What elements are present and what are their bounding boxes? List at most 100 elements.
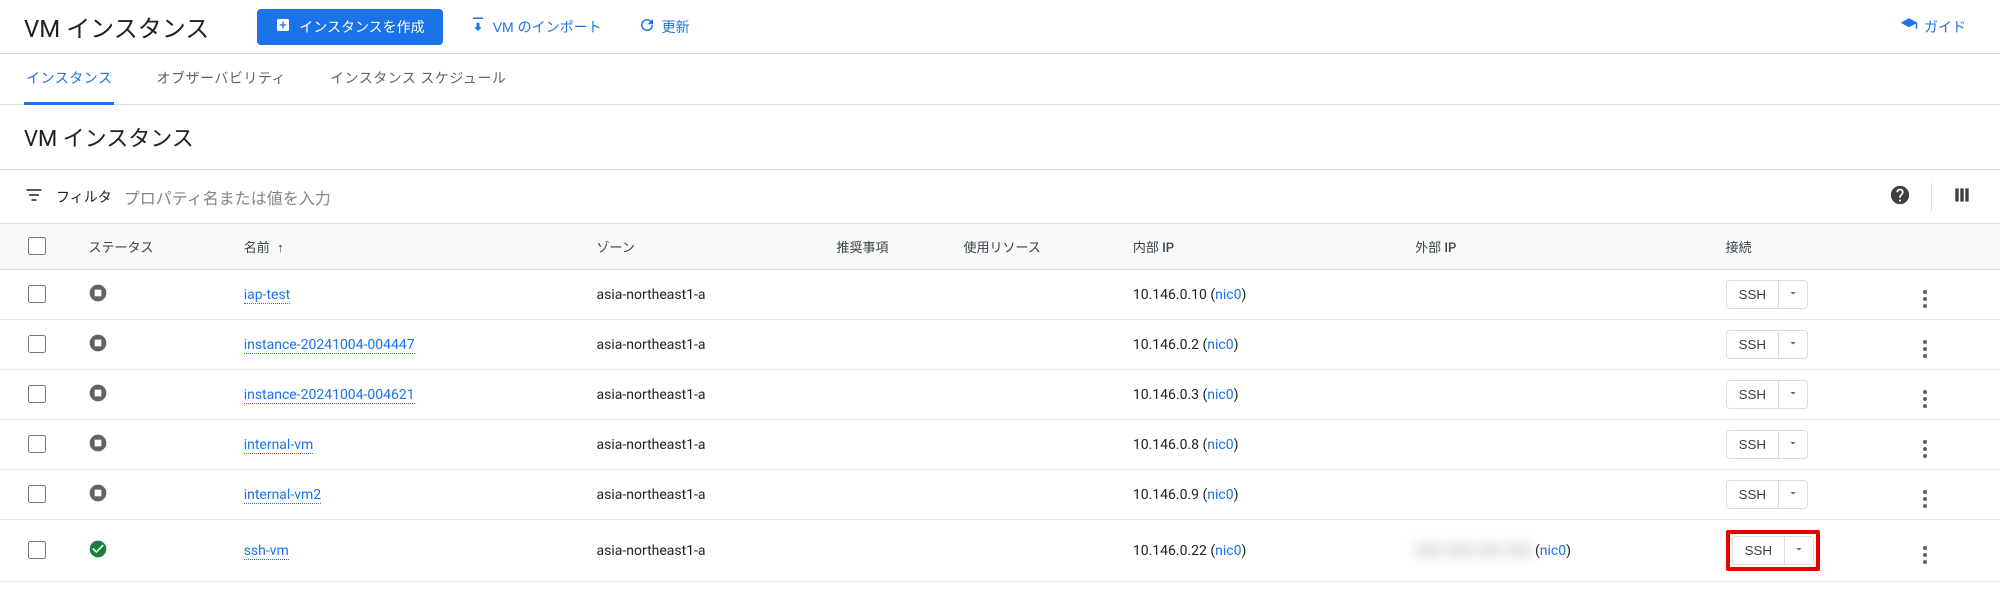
col-name-label: 名前	[244, 241, 270, 256]
tabs: インスタンス オブザーバビリティ インスタンス スケジュール	[0, 54, 2000, 105]
col-name[interactable]: 名前 ↑	[236, 224, 589, 270]
external-ip-cell	[1407, 370, 1718, 420]
external-ip-cell	[1407, 270, 1718, 320]
table-row: iap-testasia-northeast1-a10.146.0.10 (ni…	[0, 270, 2000, 320]
filter-input[interactable]: プロパティ名または値を入力	[124, 185, 1873, 209]
status-stopped-icon	[88, 283, 108, 303]
column-selector-button[interactable]	[1948, 181, 1976, 212]
ssh-button[interactable]: SSH	[1732, 536, 1784, 565]
ssh-dropdown-button[interactable]	[1778, 330, 1808, 359]
row-checkbox[interactable]	[28, 285, 46, 303]
caret-down-icon	[1787, 337, 1799, 352]
nic-link[interactable]: nic0	[1215, 287, 1241, 303]
row-checkbox[interactable]	[28, 541, 46, 559]
tab-observability[interactable]: オブザーバビリティ	[154, 54, 288, 104]
status-stopped-icon	[88, 433, 108, 453]
col-status[interactable]: ステータス	[80, 224, 235, 270]
sort-asc-icon: ↑	[277, 241, 284, 256]
instance-name-link[interactable]: ssh-vm	[244, 543, 289, 560]
col-reco[interactable]: 推奨事項	[828, 224, 955, 270]
guide-icon	[1900, 16, 1918, 37]
import-vm-label: VM のインポート	[493, 17, 602, 37]
refresh-icon	[638, 16, 656, 37]
guide-button[interactable]: ガイド	[1890, 8, 1976, 45]
row-checkbox[interactable]	[28, 335, 46, 353]
instance-name-link[interactable]: instance-20241004-004447	[244, 337, 415, 354]
tab-instances[interactable]: インスタンス	[24, 54, 114, 105]
ssh-dropdown-button[interactable]	[1778, 480, 1808, 509]
external-ip-cell	[1407, 470, 1718, 520]
divider	[1931, 183, 1932, 211]
caret-down-icon	[1793, 543, 1805, 558]
help-button[interactable]	[1885, 180, 1915, 213]
zone-cell: asia-northeast1-a	[589, 370, 829, 420]
col-extip[interactable]: 外部 IP	[1407, 224, 1718, 270]
ssh-button[interactable]: SSH	[1726, 430, 1778, 459]
status-running-icon	[88, 539, 108, 559]
status-stopped-icon	[88, 383, 108, 403]
row-menu-button[interactable]	[1923, 290, 1927, 308]
col-res[interactable]: 使用リソース	[955, 224, 1124, 270]
nic-link[interactable]: nic0	[1215, 543, 1241, 559]
ssh-dropdown-button[interactable]	[1778, 280, 1808, 309]
create-instance-label: インスタンスを作成	[299, 17, 424, 37]
ssh-button[interactable]: SSH	[1726, 330, 1778, 359]
table-row: internal-vm2asia-northeast1-a10.146.0.9 …	[0, 470, 2000, 520]
internal-ip-cell: 10.146.0.9 (nic0)	[1125, 470, 1407, 520]
external-ip-cell: XXX.XXX.XXX.XXX (nic0)	[1407, 520, 1718, 582]
instance-name-link[interactable]: internal-vm2	[244, 487, 321, 504]
external-ip-cell	[1407, 320, 1718, 370]
ssh-dropdown-button[interactable]	[1778, 380, 1808, 409]
row-checkbox[interactable]	[28, 435, 46, 453]
nic-link[interactable]: nic0	[1540, 543, 1566, 559]
instance-name-link[interactable]: instance-20241004-004621	[244, 387, 415, 404]
internal-ip-cell: 10.146.0.3 (nic0)	[1125, 370, 1407, 420]
ssh-dropdown-button[interactable]	[1778, 430, 1808, 459]
col-zone[interactable]: ゾーン	[589, 224, 829, 270]
ssh-button[interactable]: SSH	[1726, 380, 1778, 409]
instances-table: ステータス 名前 ↑ ゾーン 推奨事項 使用リソース 内部 IP 外部 IP 接…	[0, 224, 2000, 582]
table-row: internal-vmasia-northeast1-a10.146.0.8 (…	[0, 420, 2000, 470]
caret-down-icon	[1787, 487, 1799, 502]
nic-link[interactable]: nic0	[1207, 437, 1233, 453]
import-vm-button[interactable]: VM のインポート	[459, 8, 612, 45]
instance-name-link[interactable]: internal-vm	[244, 437, 314, 454]
table-row: instance-20241004-004621 asia-northeast1-…	[0, 370, 2000, 420]
status-stopped-icon	[88, 333, 108, 353]
import-icon	[469, 16, 487, 37]
ssh-dropdown-button[interactable]	[1784, 536, 1814, 565]
internal-ip-cell: 10.146.0.22 (nic0)	[1125, 520, 1407, 582]
ssh-button[interactable]: SSH	[1726, 480, 1778, 509]
external-ip-redacted: XXX.XXX.XXX.XXX	[1415, 543, 1531, 559]
page-title: VM インスタンス	[24, 9, 209, 44]
top-bar: VM インスタンス インスタンスを作成 VM のインポート 更新 ガイド	[0, 0, 2000, 54]
nic-link[interactable]: nic0	[1207, 387, 1233, 403]
row-menu-button[interactable]	[1923, 390, 1927, 408]
row-checkbox[interactable]	[28, 385, 46, 403]
select-all-checkbox[interactable]	[28, 237, 46, 255]
col-intip[interactable]: 内部 IP	[1125, 224, 1407, 270]
nic-link[interactable]: nic0	[1207, 337, 1233, 353]
caret-down-icon	[1787, 387, 1799, 402]
row-menu-button[interactable]	[1923, 440, 1927, 458]
tab-schedule[interactable]: インスタンス スケジュール	[328, 54, 508, 104]
zone-cell: asia-northeast1-a	[589, 420, 829, 470]
create-instance-button[interactable]: インスタンスを作成	[257, 9, 442, 45]
row-menu-button[interactable]	[1923, 546, 1927, 564]
nic-link[interactable]: nic0	[1207, 487, 1233, 503]
instance-name-link[interactable]: iap-test	[244, 287, 291, 304]
row-checkbox[interactable]	[28, 485, 46, 503]
row-menu-button[interactable]	[1923, 490, 1927, 508]
ssh-button[interactable]: SSH	[1726, 280, 1778, 309]
filter-label: フィルタ	[56, 187, 112, 207]
table-row: ssh-vm asia-northeast1-a 10.146.0.22 (nic0…	[0, 520, 2000, 582]
zone-cell: asia-northeast1-a	[589, 320, 829, 370]
row-menu-button[interactable]	[1923, 340, 1927, 358]
guide-label: ガイド	[1924, 17, 1966, 37]
status-stopped-icon	[88, 483, 108, 503]
internal-ip-cell: 10.146.0.10 (nic0)	[1125, 270, 1407, 320]
zone-cell: asia-northeast1-a	[589, 520, 829, 582]
col-conn[interactable]: 接続	[1718, 224, 1916, 270]
filter-icon[interactable]	[24, 185, 44, 209]
refresh-button[interactable]: 更新	[628, 8, 700, 45]
